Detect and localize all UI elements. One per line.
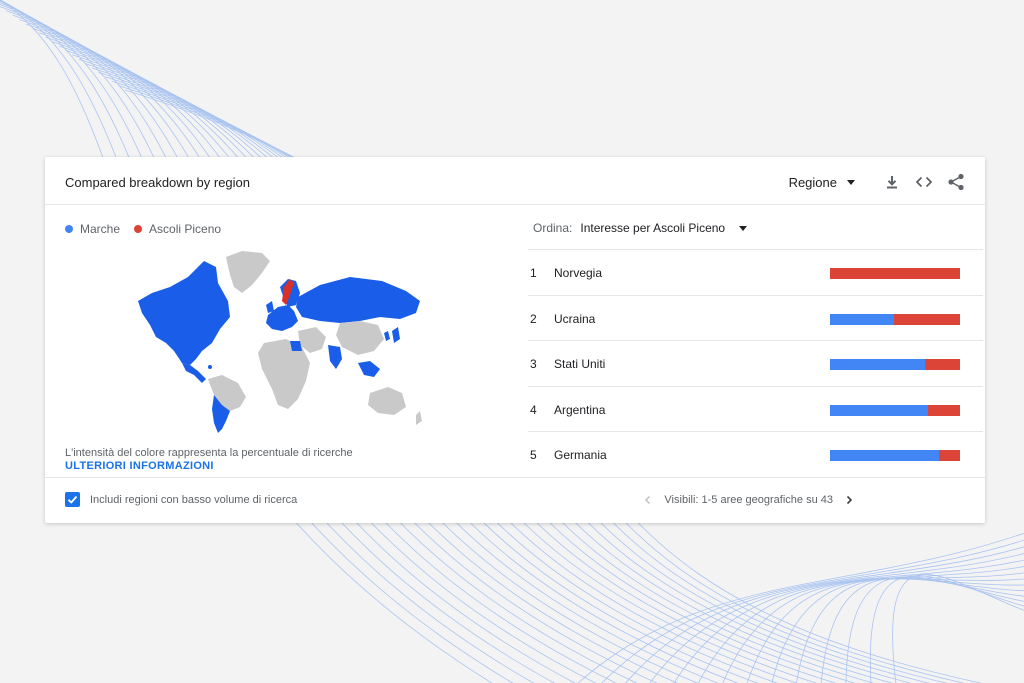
bar-segment-ascoli [893,313,960,325]
map-region-japan[interactable] [392,327,400,343]
map-region-greenland[interactable] [226,251,270,293]
region-breakdown-card: Compared breakdown by region Regione Mar… [45,157,985,523]
ranking-row[interactable]: 1 Norvegia [528,249,983,295]
background-wave-line [796,578,1024,683]
rank-country-name: Germania [554,448,607,462]
rank-comparison-bar [830,450,960,461]
sort-row: Ordina: Interesse per Ascoli Piceno [533,221,748,235]
sort-label: Ordina: [533,221,573,235]
share-icon [948,173,964,191]
chevron-left-icon [645,495,651,505]
legend-label-marche: Marche [80,222,121,236]
region-level-select[interactable]: Regione [789,175,855,190]
rank-comparison-bar [830,359,960,370]
rank-country-name: Norvegia [554,266,603,280]
map-region-russia[interactable] [296,277,420,323]
map-region-se-asia[interactable] [358,361,380,377]
legend-item-ascoli: Ascoli Piceno [134,222,221,236]
map-region-india[interactable] [328,345,342,369]
bar-segment-ascoli [924,359,960,370]
bar-segment-ascoli [939,450,960,461]
card-footer: Includi regioni con basso volume di rice… [45,477,985,523]
rank-comparison-bar [830,404,960,416]
rank-country-name: Ucraina [554,311,596,326]
rank-comparison-bar [830,313,960,325]
background-wave-line [820,577,1024,683]
map-region-egypt[interactable] [290,341,302,351]
background-wave-line [673,559,1024,683]
card-header: Compared breakdown by region Regione [45,157,985,205]
share-button[interactable] [945,171,967,193]
map-region-mexico[interactable] [182,363,206,383]
rank-number: 5 [530,448,537,462]
legend-dot-marche [65,225,73,233]
sort-value: Interesse per Ascoli Piceno [580,221,726,235]
download-button[interactable] [881,171,903,193]
rank-number: 2 [530,311,537,326]
map-legend: Marche Ascoli Piceno [65,222,235,236]
map-color-note: L'intensità del colore rappresenta la pe… [65,447,353,459]
map-region-africa[interactable] [258,339,310,409]
header-tools: Regione [789,171,967,193]
map-region-caribbean[interactable] [208,365,212,369]
checkmark-icon [67,495,78,504]
pager: Visibili: 1-5 aree geografiche su 43 [640,492,857,508]
pager-next-button[interactable] [841,492,857,508]
legend-label-ascoli: Ascoli Piceno [149,222,222,236]
world-map[interactable] [130,247,430,437]
card-title: Compared breakdown by region [65,175,250,190]
bar-segment-marche [830,359,925,370]
rank-number: 4 [530,402,537,417]
ranking-row[interactable]: 2 Ucraina [528,294,983,341]
bar-segment-marche [830,404,928,416]
map-region-north-america[interactable] [138,261,230,365]
pager-text: Visibili: 1-5 aree geografiche su 43 [664,494,833,506]
chevron-right-icon [846,495,853,505]
rank-comparison-bar [830,268,960,279]
low-volume-label: Includi regioni con basso volume di rice… [90,494,298,506]
legend-item-marche: Marche [65,222,120,236]
ranking-row[interactable]: 5 Germania [528,431,983,477]
caret-down-icon [847,179,855,185]
background-wave-line [869,575,1024,683]
download-icon [887,176,897,189]
bar-segment-ascoli [927,404,960,416]
map-region-korea[interactable] [384,331,390,341]
rank-number: 1 [530,266,537,280]
pager-prev-button[interactable] [640,492,656,508]
region-level-value: Regione [788,174,837,190]
map-region-australia[interactable] [368,387,406,415]
ranking-row[interactable]: 4 Argentina [528,385,983,432]
sort-select[interactable]: Interesse per Ascoli Piceno [580,221,748,235]
bar-segment-marche [830,313,894,325]
bar-segment-ascoli [830,268,960,279]
rank-country-name: Stati Uniti [554,357,606,371]
embed-code-icon [915,176,933,188]
embed-button[interactable] [913,171,935,193]
low-volume-checkbox[interactable] [65,492,80,507]
background-wave-line [601,539,1024,683]
caret-down-icon [739,225,748,231]
map-region-uk[interactable] [266,301,274,313]
ranking-list: 1 Norvegia 2 Ucraina 3 Stati Uniti 4 Argentina 5… [528,249,983,477]
legend-dot-ascoli [134,225,143,233]
map-region-china[interactable] [336,321,384,355]
rank-number: 3 [530,357,537,371]
ranking-row[interactable]: 3 Stati Uniti [528,340,983,386]
rank-country-name: Argentina [554,402,606,417]
map-region-new-zealand[interactable] [416,411,422,425]
bar-segment-marche [830,450,940,461]
more-info-link[interactable]: ULTERIORI INFORMAZIONI [65,460,214,472]
